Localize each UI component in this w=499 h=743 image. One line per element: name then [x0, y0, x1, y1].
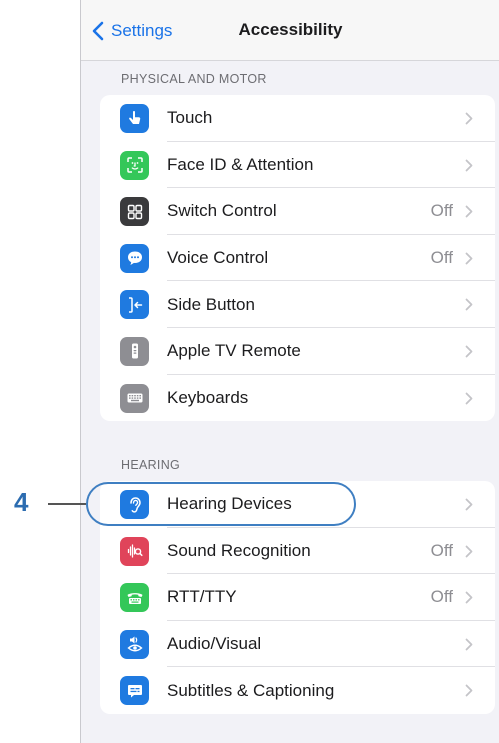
face-id-icon — [120, 150, 149, 180]
speaker-eye-icon — [120, 629, 149, 659]
chevron-right-icon — [465, 545, 473, 557]
callout-highlight-ring — [86, 482, 356, 526]
row-audio-visual[interactable]: Audio/Visual — [100, 621, 495, 668]
sound-wave-icon — [120, 536, 149, 566]
tv-remote-icon — [120, 336, 149, 366]
section-header-hearing: HEARING — [121, 458, 181, 472]
row-label: Voice Control — [167, 248, 269, 268]
section-header-physical-motor: PHYSICAL AND MOTOR — [121, 72, 267, 86]
settings-screen: Settings Accessibility PHYSICAL AND MOTO… — [80, 0, 499, 743]
row-value: Off — [430, 201, 453, 221]
hand-pointing-icon — [120, 104, 149, 133]
row-switch-control[interactable]: Switch Control Off — [100, 188, 495, 235]
row-label: Apple TV Remote — [167, 341, 301, 361]
row-keyboards[interactable]: Keyboards — [100, 375, 495, 422]
row-label: Sound Recognition — [167, 540, 311, 560]
row-value: Off — [430, 540, 453, 560]
captions-icon — [120, 676, 149, 706]
row-label: Touch — [167, 108, 213, 128]
chevron-right-icon — [465, 112, 473, 125]
row-apple-tv-remote[interactable]: Apple TV Remote — [100, 328, 495, 375]
row-label: Subtitles & Captioning — [167, 680, 335, 700]
switch-grid-icon — [120, 197, 149, 227]
side-button-icon — [120, 290, 149, 320]
chevron-right-icon — [465, 205, 473, 218]
row-voice-control[interactable]: Voice Control Off — [100, 235, 495, 282]
page-title: Accessibility — [238, 20, 343, 39]
chevron-right-icon — [465, 392, 473, 404]
row-label: Audio/Visual — [167, 634, 262, 654]
chevron-right-icon — [465, 591, 473, 604]
row-touch[interactable]: Touch — [100, 95, 495, 142]
keyboard-icon — [120, 383, 149, 413]
row-rtt-tty[interactable]: RTT/TTY Off — [100, 574, 495, 621]
callout-number: 4 — [14, 487, 29, 517]
row-label: Face ID & Attention — [167, 154, 314, 174]
row-sound-recognition[interactable]: Sound Recognition Off — [100, 528, 495, 575]
callout-leader-line — [48, 503, 86, 505]
row-label: RTT/TTY — [167, 587, 237, 607]
chevron-right-icon — [465, 298, 473, 311]
row-value: Off — [430, 248, 453, 268]
tty-phone-icon — [120, 583, 149, 613]
row-subtitles-captioning[interactable]: Subtitles & Captioning — [100, 667, 495, 714]
row-face-id[interactable]: Face ID & Attention — [100, 142, 495, 189]
chevron-right-icon — [465, 159, 473, 171]
row-side-button[interactable]: Side Button — [100, 281, 495, 328]
row-value: Off — [430, 587, 453, 607]
row-label: Switch Control — [167, 201, 277, 221]
row-label: Side Button — [167, 294, 255, 314]
chevron-right-icon — [465, 498, 473, 511]
chevron-right-icon — [465, 638, 473, 651]
chevron-right-icon — [465, 252, 473, 265]
physical-motor-group: Touch Face ID & Attention Switch Control… — [100, 95, 495, 422]
navigation-bar: Settings Accessibility — [81, 0, 499, 61]
chevron-right-icon — [465, 684, 473, 697]
chevron-right-icon — [465, 345, 473, 358]
row-label: Keyboards — [167, 387, 249, 407]
voice-bubble-icon — [120, 243, 149, 273]
